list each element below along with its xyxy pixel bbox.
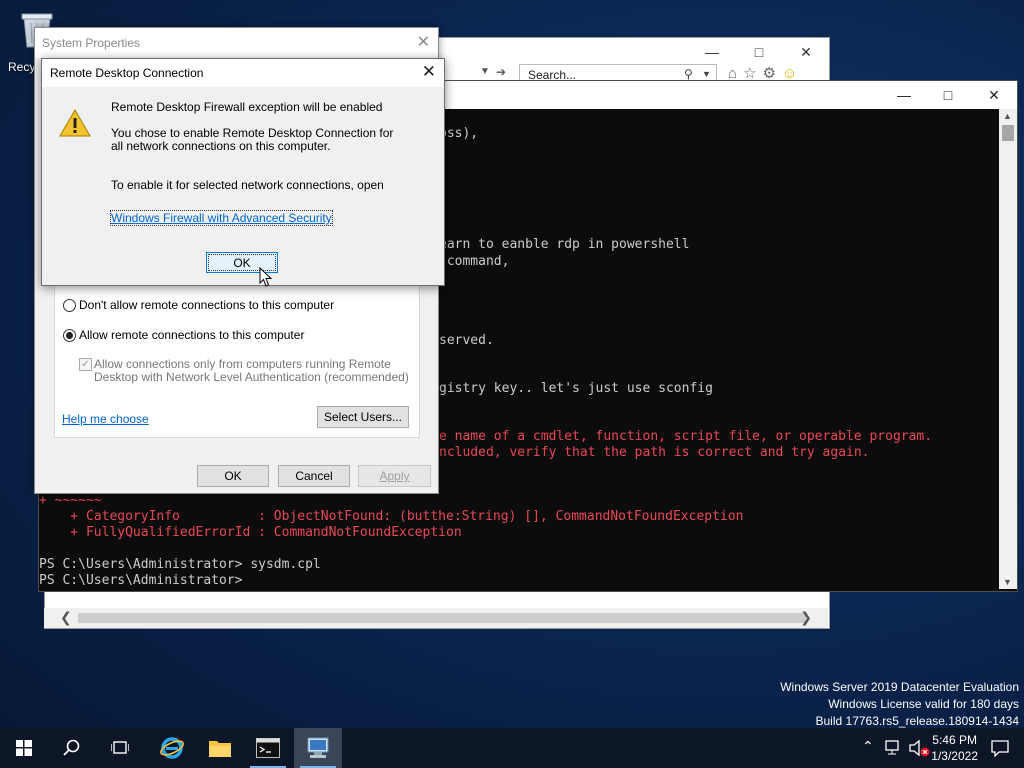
vertical-scrollbar[interactable]: ▲ ▼ xyxy=(999,109,1017,589)
apply-button[interactable]: Apply xyxy=(358,465,431,487)
rdc-message-line1: You chose to enable Remote Desktop Conne… xyxy=(111,126,394,140)
search-dropdown-icon[interactable]: ▼ xyxy=(702,69,711,79)
file-explorer-folder-icon xyxy=(209,741,231,757)
console-error-line: ncluded, verify that the path is correct… xyxy=(439,445,870,460)
taskbar-powershell[interactable] xyxy=(244,728,292,768)
taskbar-internet-explorer[interactable] xyxy=(148,728,196,768)
allow-remote-label[interactable]: Allow remote connections to this compute… xyxy=(79,328,304,342)
task-view-button[interactable] xyxy=(96,728,144,768)
rdc-message-line2: all network connections on this computer… xyxy=(111,139,331,153)
console-line: gistry key.. let's just use sconfig xyxy=(439,381,713,396)
maximize-icon[interactable]: □ xyxy=(925,81,971,109)
task-view-icon xyxy=(110,741,130,754)
close-icon[interactable]: ✕ xyxy=(971,81,1017,109)
close-icon[interactable]: ✕ xyxy=(783,38,829,66)
minimize-icon[interactable]: — xyxy=(881,81,927,109)
system-properties-titlebar[interactable]: System Properties ✕ xyxy=(35,28,438,58)
start-button[interactable] xyxy=(0,728,48,768)
close-icon[interactable]: ✕ xyxy=(417,32,430,52)
recycle-bin-label: Recy xyxy=(8,60,36,74)
maximize-icon[interactable]: □ xyxy=(736,38,782,66)
dont-allow-remote-radio[interactable] xyxy=(63,299,76,312)
console-line: PS C:\Users\Administrator> sysdm.cpl xyxy=(39,557,321,572)
warning-icon xyxy=(59,109,91,137)
volume-muted-icon[interactable] xyxy=(909,739,931,757)
rdc-heading: Remote Desktop Firewall exception will b… xyxy=(111,100,383,114)
search-icon[interactable]: ⚲ xyxy=(684,67,693,81)
cancel-button[interactable]: Cancel xyxy=(278,465,350,487)
taskbar: ⌃ 5:46 PM 1/3/2022 xyxy=(0,728,1024,768)
console-line: served. xyxy=(439,333,494,348)
dropdown-arrow-icon[interactable]: ▼ xyxy=(480,66,490,77)
watermark-edition: Windows Server 2019 Datacenter Evaluatio… xyxy=(780,680,1019,694)
firewall-advanced-security-link[interactable]: Windows Firewall with Advanced Security xyxy=(110,210,333,226)
nla-label-line2: Desktop with Network Level Authenticatio… xyxy=(94,370,409,384)
scroll-left-icon[interactable]: ❮ xyxy=(60,609,72,626)
rdc-body: Remote Desktop Firewall exception will b… xyxy=(42,87,444,249)
close-icon[interactable]: ✕ xyxy=(422,62,436,82)
clock-date: 1/3/2022 xyxy=(931,749,978,763)
allow-remote-radio[interactable] xyxy=(63,329,76,342)
search-icon xyxy=(63,739,80,756)
select-users-button[interactable]: Select Users... xyxy=(317,406,409,428)
system-properties-computer-icon xyxy=(307,737,329,758)
scroll-up-icon[interactable]: ▲ xyxy=(1003,111,1012,121)
taskbar-file-explorer[interactable] xyxy=(196,728,244,768)
mouse-cursor-icon xyxy=(259,267,273,287)
watermark-license: Windows License valid for 180 days xyxy=(828,697,1019,711)
rdc-message-line3: To enable it for selected network connec… xyxy=(111,178,384,192)
apply-label: Apply xyxy=(379,469,410,483)
console-window-icon xyxy=(256,738,280,758)
system-properties-title: System Properties xyxy=(42,36,141,50)
rdc-titlebar[interactable]: Remote Desktop Connection ✕ xyxy=(42,59,444,87)
nla-checkbox[interactable]: ✓ xyxy=(79,358,92,371)
dont-allow-remote-label[interactable]: Don't allow remote connections to this c… xyxy=(79,298,334,312)
remote-desktop-connection-dialog[interactable]: Remote Desktop Connection ✕ Remote Deskt… xyxy=(41,58,445,286)
system-clock[interactable]: 5:46 PM 1/3/2022 xyxy=(931,732,978,764)
horizontal-scrollbar[interactable]: ❮ ❯ xyxy=(44,608,828,628)
console-line: earn to eanble rdp in powershell xyxy=(439,237,690,252)
system-tray: ⌃ 5:46 PM 1/3/2022 xyxy=(824,728,1024,768)
internet-explorer-icon xyxy=(160,737,184,759)
rdc-title: Remote Desktop Connection xyxy=(50,66,204,80)
horizontal-scroll-thumb[interactable] xyxy=(78,613,806,623)
network-icon[interactable] xyxy=(885,740,903,756)
action-center-notification-icon[interactable] xyxy=(991,740,1009,757)
console-error-line: e name of a cmdlet, function, script fil… xyxy=(439,429,933,444)
forward-arrow-icon[interactable]: ➔ xyxy=(496,65,506,79)
windows-logo-icon xyxy=(16,740,32,756)
vertical-scroll-thumb[interactable] xyxy=(1002,125,1014,141)
nla-label-line1: Allow connections only from computers ru… xyxy=(94,357,391,371)
console-line: command, xyxy=(439,254,510,269)
console-error-line: + FullyQualifiedErrorId : CommandNotFoun… xyxy=(39,525,462,540)
scroll-down-icon[interactable]: ▼ xyxy=(1003,577,1012,587)
windows-watermark: Windows Server 2019 Datacenter Evaluatio… xyxy=(780,679,1019,730)
help-me-choose-link[interactable]: Help me choose xyxy=(62,412,149,426)
ok-button[interactable]: OK xyxy=(197,465,269,487)
scroll-right-icon[interactable]: ❯ xyxy=(800,609,812,626)
console-error-line: + CategoryInfo : ObjectNotFound: (butthe… xyxy=(39,509,744,524)
taskbar-system-properties[interactable] xyxy=(294,728,342,768)
show-hidden-icons-chevron-icon[interactable]: ⌃ xyxy=(862,738,874,755)
console-prompt-line[interactable]: PS C:\Users\Administrator> xyxy=(39,573,243,589)
explorer-caption-buttons: — □ ✕ xyxy=(689,38,829,66)
minimize-icon[interactable]: — xyxy=(689,38,735,66)
console-error-line: + ~~~~~~ xyxy=(39,493,102,508)
search-button[interactable] xyxy=(48,728,96,768)
clock-time: 5:46 PM xyxy=(932,733,977,747)
